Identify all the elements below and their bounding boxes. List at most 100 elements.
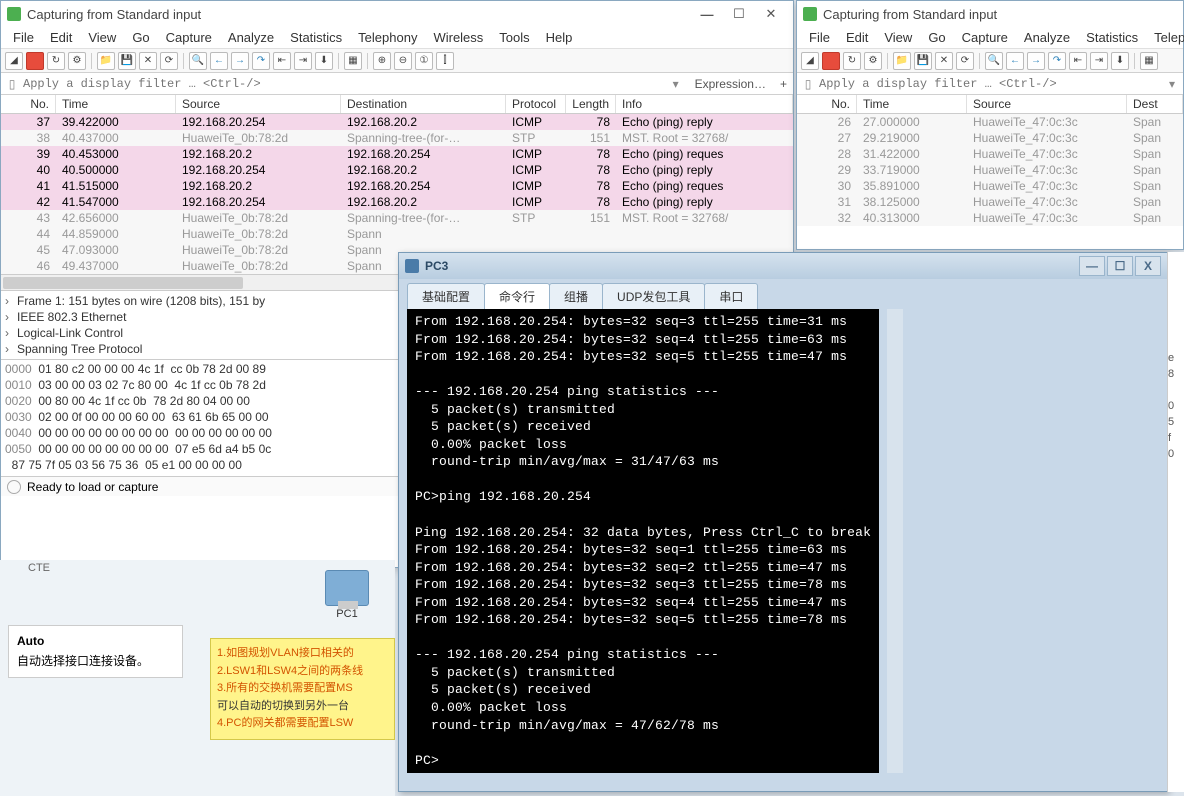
next-button[interactable]: → (1027, 52, 1045, 70)
filter-input[interactable] (819, 77, 1161, 91)
menu-capture[interactable]: Capture (954, 28, 1016, 47)
prev-button[interactable]: ← (210, 52, 228, 70)
bookmark-icon[interactable]: ▯ (801, 77, 815, 91)
jump-button[interactable]: ↷ (1048, 52, 1066, 70)
filter-input[interactable] (23, 77, 665, 91)
menu-view[interactable]: View (80, 28, 124, 47)
pc3-close-button[interactable]: X (1135, 256, 1161, 276)
table-row[interactable]: 2729.219000HuaweiTe_47:0c:3cSpan (797, 130, 1183, 146)
col-length[interactable]: Length (566, 95, 616, 113)
menu-analyze[interactable]: Analyze (1016, 28, 1078, 47)
find-button[interactable]: 🔍 (189, 52, 207, 70)
menu-edit[interactable]: Edit (42, 28, 80, 47)
pc3-terminal[interactable]: From 192.168.20.254: bytes=32 seq=3 ttl=… (407, 309, 879, 773)
table-row[interactable]: 3940.453000192.168.20.2192.168.20.254ICM… (1, 146, 793, 162)
menu-edit[interactable]: Edit (838, 28, 876, 47)
colorize-button[interactable]: ▦ (1140, 52, 1158, 70)
menu-statistics[interactable]: Statistics (282, 28, 350, 47)
resize-columns-button[interactable]: ⫿ (436, 52, 454, 70)
shark-fin-icon[interactable]: ◢ (5, 52, 23, 70)
zoom-reset-button[interactable]: ① (415, 52, 433, 70)
menu-wireless[interactable]: Wireless (425, 28, 491, 47)
pc3-tab[interactable]: 组播 (549, 283, 603, 309)
pc3-minimize-button[interactable]: — (1079, 256, 1105, 276)
menu-view[interactable]: View (876, 28, 920, 47)
menu-file[interactable]: File (5, 28, 42, 47)
pc3-tab[interactable]: 基础配置 (407, 283, 485, 309)
filter-dropdown-icon[interactable]: ▾ (669, 77, 683, 91)
pc1-node[interactable]: PC1 (325, 570, 369, 620)
menu-telephony[interactable]: Telephony (350, 28, 425, 47)
save-button[interactable]: 💾 (118, 52, 136, 70)
autoscroll-button[interactable]: ⬇ (1111, 52, 1129, 70)
table-row[interactable]: 2627.000000HuaweiTe_47:0c:3cSpan (797, 114, 1183, 130)
autoscroll-button[interactable]: ⬇ (315, 52, 333, 70)
table-row[interactable]: 3035.891000HuaweiTe_47:0c:3cSpan (797, 178, 1183, 194)
col-source[interactable]: Source (967, 95, 1127, 113)
find-button[interactable]: 🔍 (985, 52, 1003, 70)
restart-capture-button[interactable]: ↻ (843, 52, 861, 70)
pc3-scrollbar[interactable] (887, 309, 903, 773)
col-info[interactable]: Info (616, 95, 793, 113)
add-filter-button[interactable]: + (774, 77, 793, 91)
table-row[interactable]: 3138.125000HuaweiTe_47:0c:3cSpan (797, 194, 1183, 210)
maximize-button[interactable] (723, 4, 755, 24)
jump-button[interactable]: ↷ (252, 52, 270, 70)
last-button[interactable]: ⇥ (1090, 52, 1108, 70)
menu-help[interactable]: Help (538, 28, 581, 47)
table-row[interactable]: 4444.859000HuaweiTe_0b:78:2dSpann (1, 226, 793, 242)
prev-button[interactable]: ← (1006, 52, 1024, 70)
table-row[interactable]: 4141.515000192.168.20.2192.168.20.254ICM… (1, 178, 793, 194)
table-row[interactable]: 4342.656000HuaweiTe_0b:78:2dSpanning-tre… (1, 210, 793, 226)
close-file-button[interactable]: ✕ (935, 52, 953, 70)
first-button[interactable]: ⇤ (273, 52, 291, 70)
stop-capture-button[interactable] (26, 52, 44, 70)
shark-fin-icon[interactable]: ◢ (801, 52, 819, 70)
open-button[interactable]: 📁 (893, 52, 911, 70)
menu-go[interactable]: Go (920, 28, 953, 47)
col-no[interactable]: No. (797, 95, 857, 113)
first-button[interactable]: ⇤ (1069, 52, 1087, 70)
bookmark-icon[interactable]: ▯ (5, 77, 19, 91)
menu-go[interactable]: Go (124, 28, 157, 47)
minimize-button[interactable] (691, 4, 723, 24)
colorize-button[interactable]: ▦ (344, 52, 362, 70)
col-source[interactable]: Source (176, 95, 341, 113)
col-time[interactable]: Time (56, 95, 176, 113)
open-button[interactable]: 📁 (97, 52, 115, 70)
expert-info-icon[interactable] (7, 480, 21, 494)
col-destination[interactable]: Destination (341, 95, 506, 113)
col-protocol[interactable]: Protocol (506, 95, 566, 113)
pc3-tab[interactable]: 命令行 (484, 283, 550, 309)
zoom-in-button[interactable]: ⊕ (373, 52, 391, 70)
table-row[interactable]: 2831.422000HuaweiTe_47:0c:3cSpan (797, 146, 1183, 162)
filter-dropdown-icon[interactable]: ▾ (1165, 77, 1179, 91)
table-row[interactable]: 3240.313000HuaweiTe_47:0c:3cSpan (797, 210, 1183, 226)
menu-statistics[interactable]: Statistics (1078, 28, 1146, 47)
options-button[interactable]: ⚙ (864, 52, 882, 70)
col-no[interactable]: No. (1, 95, 56, 113)
menu-analyze[interactable]: Analyze (220, 28, 282, 47)
restart-capture-button[interactable]: ↻ (47, 52, 65, 70)
table-row[interactable]: 3840.437000HuaweiTe_0b:78:2dSpanning-tre… (1, 130, 793, 146)
table-row[interactable]: 2933.719000HuaweiTe_47:0c:3cSpan (797, 162, 1183, 178)
save-button[interactable]: 💾 (914, 52, 932, 70)
next-button[interactable]: → (231, 52, 249, 70)
table-row[interactable]: 4040.500000192.168.20.254192.168.20.2ICM… (1, 162, 793, 178)
reload-button[interactable]: ⟳ (956, 52, 974, 70)
menu-tools[interactable]: Tools (491, 28, 537, 47)
table-row[interactable]: 4241.547000192.168.20.254192.168.20.2ICM… (1, 194, 793, 210)
options-button[interactable]: ⚙ (68, 52, 86, 70)
pc3-tab[interactable]: 串口 (704, 283, 758, 309)
menu-capture[interactable]: Capture (158, 28, 220, 47)
pc3-maximize-button[interactable]: ☐ (1107, 256, 1133, 276)
zoom-out-button[interactable]: ⊖ (394, 52, 412, 70)
close-button[interactable] (755, 4, 787, 24)
sticky-note[interactable]: 1.如图规划VLAN接口相关的 2.LSW1和LSW4之间的两条线 3.所有的交… (210, 638, 395, 740)
close-file-button[interactable]: ✕ (139, 52, 157, 70)
col-time[interactable]: Time (857, 95, 967, 113)
reload-button[interactable]: ⟳ (160, 52, 178, 70)
expression-button[interactable]: Expression (687, 77, 774, 91)
pc3-tab[interactable]: UDP发包工具 (602, 283, 705, 309)
col-destination[interactable]: Dest (1127, 95, 1183, 113)
